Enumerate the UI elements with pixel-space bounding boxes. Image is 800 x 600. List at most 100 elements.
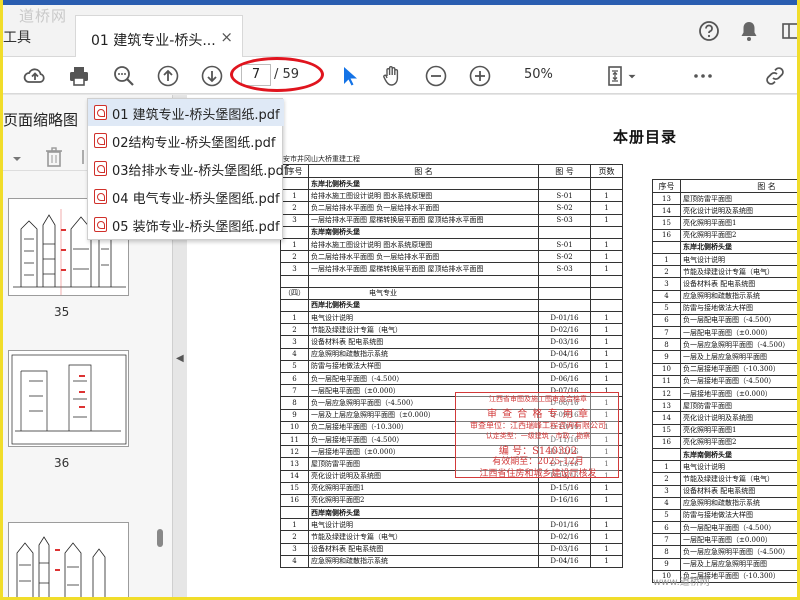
- table-row: 5 防雷与接地做法大样图 D-05/16 1: [280, 359, 623, 374]
- stamp-line: 认定类型：一级建筑 · 市政 · 勘察: [485, 432, 591, 440]
- table-cell: 一层给排水平面图 屋梯转换层平面图 屋顶给排水平面图: [308, 262, 539, 276]
- pdf-file-icon: [94, 217, 107, 232]
- table-cell: 9: [652, 350, 681, 364]
- table-cell: 1: [590, 493, 623, 508]
- table-cell: [590, 298, 623, 313]
- more-icon[interactable]: [690, 63, 716, 89]
- table-row: 6 负一层配电平面图（-4.500）: [652, 313, 797, 328]
- chevron-down-icon[interactable]: [625, 63, 639, 89]
- table-cell: D-04/16: [538, 347, 591, 361]
- table-row: 13 屋顶防雷平面图: [652, 191, 797, 206]
- table-row: 13 屋顶防雷平面图: [652, 399, 797, 413]
- table-cell: 5: [280, 359, 309, 374]
- table-cell: 一层及上层应急照明平面图: [680, 557, 797, 571]
- table-cell: 9: [652, 557, 681, 571]
- table-cell: [280, 176, 309, 191]
- table-cell: 1: [590, 250, 623, 264]
- table-cell: 16: [280, 493, 309, 508]
- table-cell: 3: [280, 335, 309, 349]
- table-cell: 应急照明和疏散指示系统: [680, 496, 797, 510]
- table-cell: 1: [590, 237, 623, 252]
- table-cell: 7: [652, 533, 681, 547]
- table-cell: [538, 176, 591, 191]
- tab-tools[interactable]: 工具: [3, 27, 31, 47]
- link-icon[interactable]: [762, 63, 788, 89]
- table-cell: 电气设计说明: [680, 252, 797, 267]
- page-thumbnail[interactable]: [8, 350, 129, 447]
- table-cell: 节能及绿建设计专篇（电气）: [308, 323, 539, 337]
- hand-icon[interactable]: [379, 63, 405, 89]
- file-item-02[interactable]: 02结构专业-桥头堡图纸.pdf: [88, 127, 284, 154]
- table-cell: 14: [652, 411, 681, 425]
- table-cell: S-01: [538, 237, 591, 252]
- file-item-04[interactable]: 04 电气专业-桥头堡图纸.pdf: [88, 183, 284, 210]
- table-row: 5 防雷与接地做法大样图: [652, 301, 797, 315]
- table-cell: 给排水施工图设计说明 图水系统原理图: [308, 237, 539, 252]
- zoom-level-dropdown[interactable]: 50%: [524, 67, 553, 82]
- table-row: 2 节能及绿建设计专篇（电气） D-02/16 1: [280, 530, 623, 544]
- table-row: 西岸北侧桥头堡: [280, 298, 623, 313]
- zoom-out-icon[interactable]: [423, 63, 449, 89]
- print-icon[interactable]: [66, 63, 92, 89]
- select-arrow-icon[interactable]: [336, 63, 362, 89]
- close-icon[interactable]: ×: [220, 28, 233, 46]
- drawing-index-table-right: 序号 图 名 13 屋顶防雷平面图 14 亮化设计说明及系统图 15 亮化照明平面图1 16…: [652, 179, 797, 584]
- menu-icon[interactable]: [781, 21, 797, 45]
- table-cell: 负二层给排水平面图 负一层给排水平面图: [308, 250, 539, 264]
- table-cell: 负一层配电平面图（-4.500）: [308, 371, 539, 386]
- column-header: 图 名: [680, 179, 797, 193]
- pdf-file-icon: [94, 133, 107, 148]
- table-cell: 15: [652, 423, 681, 437]
- chevron-down-icon[interactable]: [11, 150, 23, 169]
- bell-icon[interactable]: [739, 20, 759, 46]
- table-cell: 10: [280, 420, 309, 434]
- file-item-05[interactable]: 05 装饰专业-桥头堡图纸.pdf: [88, 211, 284, 238]
- file-item-01[interactable]: 01 建筑专业-桥头堡图纸.pdf: [88, 99, 284, 126]
- zoom-search-icon[interactable]: [111, 63, 137, 89]
- stamp-line: 审查单位：江西瑞峰工程咨询有限公司: [470, 421, 606, 430]
- table-row: 1 给排水施工图设计说明 图水系统原理图 S-01 1: [280, 237, 623, 252]
- table-cell: 2: [280, 250, 309, 264]
- table-cell: 负二层给排水平面图 负一层给排水平面图: [308, 201, 539, 215]
- table-cell: 3: [280, 262, 309, 276]
- chevron-left-icon[interactable]: ◀: [176, 353, 184, 364]
- page-up-icon[interactable]: [155, 63, 181, 89]
- table-row: 3 一层给排水平面图 屋梯转换层平面图 屋顶给排水平面图 S-03 1: [280, 262, 623, 276]
- table-cell: 节能及绿建设计专篇（电气）: [680, 472, 797, 486]
- table-cell: 1: [590, 347, 623, 361]
- tab-document[interactable]: 01 建筑专业-桥头... ×: [75, 15, 243, 58]
- file-item-03[interactable]: 03给排水专业-桥头堡图纸.pdf: [88, 155, 288, 182]
- cloud-upload-icon[interactable]: [22, 63, 48, 89]
- table-cell: 1: [590, 335, 623, 349]
- trash-icon[interactable]: [43, 146, 65, 172]
- table-row: 10 负二层接地平面图（-10.300）: [652, 362, 797, 376]
- table-cell: 13: [652, 191, 681, 206]
- page-highlight-annotation: [230, 57, 324, 92]
- table-cell: 1: [280, 311, 309, 325]
- page-thumbnail[interactable]: [8, 522, 129, 597]
- table-cell: S-02: [538, 250, 591, 264]
- pdf-file-icon: [94, 189, 107, 204]
- table-cell: 东岸北侧桥头堡: [680, 240, 797, 254]
- thumbnail-scrollbar[interactable]: [157, 529, 163, 547]
- table-cell: 1: [280, 189, 309, 203]
- file-label: 02结构专业-桥头堡图纸.pdf: [112, 136, 276, 151]
- thumbnail-page-number: 35: [54, 305, 70, 319]
- table-cell: 9: [280, 408, 309, 422]
- table-cell: [590, 225, 623, 239]
- table-row: 1 电气设计说明: [652, 252, 797, 267]
- table-cell: 节能及绿建设计专篇（电气）: [680, 265, 797, 279]
- table-cell: 东岸北侧桥头堡: [308, 176, 539, 191]
- table-cell: 1: [590, 554, 623, 569]
- table-cell: [538, 506, 591, 520]
- table-row: 3 设备材料表 配电系统图: [652, 277, 797, 291]
- zoom-in-icon[interactable]: [467, 63, 493, 89]
- table-row: 7 一层配电平面图（±0.000）: [652, 326, 797, 340]
- watermark-text: www.道桥网: [653, 577, 710, 588]
- thumbnail-toolbar: [3, 145, 88, 171]
- table-row: 2 节能及绿建设计专篇（电气）: [652, 472, 797, 486]
- table-cell: [308, 274, 539, 288]
- help-icon[interactable]: [698, 20, 720, 46]
- table-cell: 负一层接地平面图（-4.500）: [680, 374, 797, 389]
- page-down-icon[interactable]: [199, 63, 225, 89]
